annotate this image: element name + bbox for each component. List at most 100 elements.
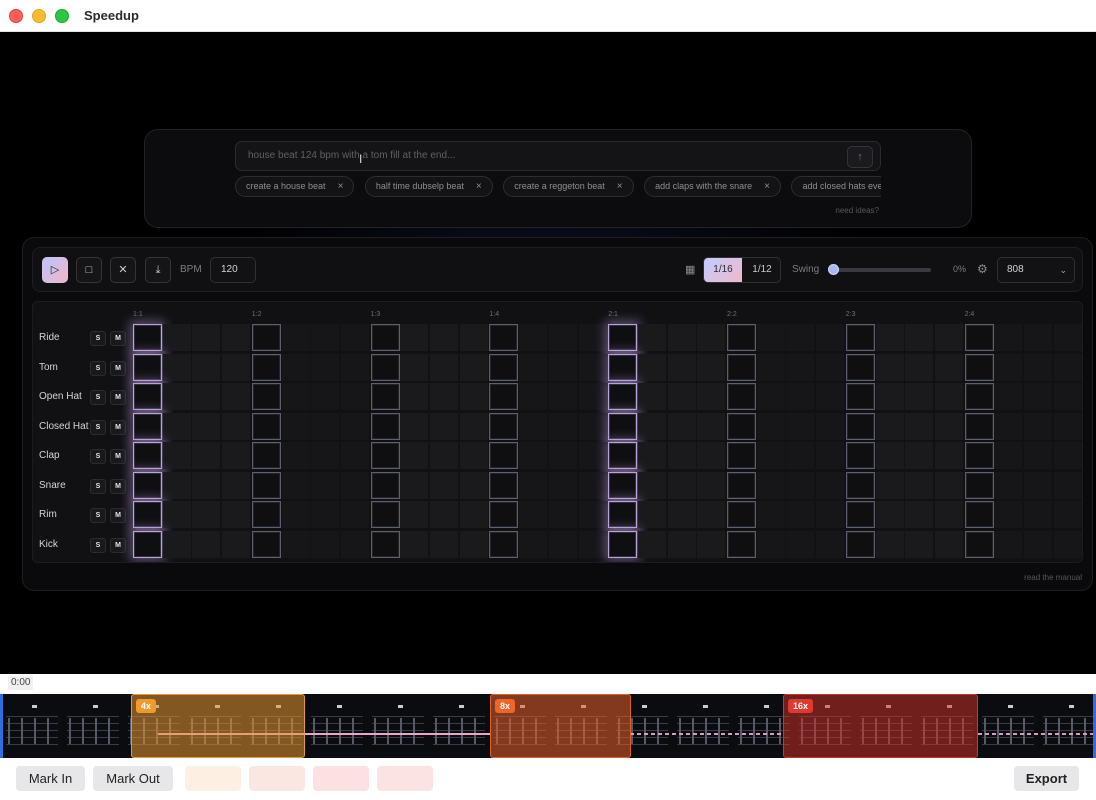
- speed-segment-4x[interactable]: 4x: [131, 694, 305, 758]
- mute-button[interactable]: M: [110, 390, 126, 405]
- step-cell[interactable]: [222, 501, 252, 528]
- step-cell[interactable]: [1024, 412, 1053, 440]
- step-cell[interactable]: [370, 442, 400, 469]
- mute-button[interactable]: M: [110, 331, 126, 346]
- step-cell[interactable]: [697, 501, 727, 528]
- step-cell[interactable]: [964, 412, 994, 440]
- step-cell[interactable]: [489, 412, 519, 440]
- step-cell[interactable]: [994, 530, 1024, 558]
- step-cell[interactable]: [994, 324, 1024, 351]
- step-cell[interactable]: [845, 412, 875, 440]
- step-cell[interactable]: [756, 501, 786, 528]
- step-cell[interactable]: [905, 501, 935, 528]
- step-cell[interactable]: [548, 530, 578, 558]
- step-cell[interactable]: [459, 353, 489, 381]
- step-cell[interactable]: [400, 324, 430, 351]
- resolution-1-16-button[interactable]: 1/16: [704, 258, 742, 282]
- step-cell[interactable]: [905, 530, 935, 558]
- step-cell[interactable]: [608, 383, 638, 410]
- step-cell[interactable]: [400, 501, 430, 528]
- step-cell[interactable]: [459, 442, 489, 469]
- step-cell[interactable]: [519, 412, 549, 440]
- maximize-window-button[interactable]: [55, 9, 69, 23]
- step-cell[interactable]: [608, 471, 638, 499]
- step-cell[interactable]: [934, 324, 964, 351]
- step-cell[interactable]: [222, 353, 252, 381]
- step-cell[interactable]: [430, 353, 459, 381]
- step-cell[interactable]: [845, 324, 875, 351]
- step-cell[interactable]: [133, 471, 162, 499]
- step-cell[interactable]: [222, 383, 252, 410]
- step-cell[interactable]: [192, 501, 222, 528]
- step-cell[interactable]: [459, 471, 489, 499]
- step-cell[interactable]: [637, 471, 667, 499]
- step-cell[interactable]: [1053, 353, 1082, 381]
- step-cell[interactable]: [875, 471, 905, 499]
- step-cell[interactable]: [756, 324, 786, 351]
- speed-preset-swatch[interactable]: [185, 766, 241, 791]
- play-button[interactable]: ▷: [42, 257, 68, 283]
- step-cell[interactable]: [459, 501, 489, 528]
- step-cell[interactable]: [311, 383, 341, 410]
- step-cell[interactable]: [340, 353, 370, 381]
- step-cell[interactable]: [964, 353, 994, 381]
- step-cell[interactable]: [905, 324, 935, 351]
- close-icon[interactable]: ×: [617, 181, 623, 192]
- step-cell[interactable]: [548, 353, 578, 381]
- step-cell[interactable]: [133, 324, 162, 351]
- step-cell[interactable]: [251, 501, 281, 528]
- step-cell[interactable]: [370, 383, 400, 410]
- step-cell[interactable]: [370, 501, 400, 528]
- send-button[interactable]: ↑: [847, 146, 873, 168]
- step-cell[interactable]: [786, 501, 816, 528]
- step-cell[interactable]: [786, 412, 816, 440]
- step-cell[interactable]: [340, 324, 370, 351]
- step-cell[interactable]: [430, 324, 459, 351]
- step-cell[interactable]: [340, 383, 370, 410]
- step-cell[interactable]: [519, 471, 549, 499]
- step-cell[interactable]: [578, 353, 608, 381]
- step-cell[interactable]: [994, 442, 1024, 469]
- step-cell[interactable]: [905, 383, 935, 410]
- suggestion-chip[interactable]: create a reggeton beat ×: [503, 176, 634, 197]
- step-cell[interactable]: [578, 442, 608, 469]
- step-cell[interactable]: [519, 530, 549, 558]
- step-cell[interactable]: [934, 383, 964, 410]
- solo-button[interactable]: S: [90, 537, 106, 553]
- step-cell[interactable]: [845, 530, 875, 558]
- step-cell[interactable]: [1053, 412, 1082, 440]
- step-cell[interactable]: [786, 353, 816, 381]
- step-cell[interactable]: [875, 383, 905, 410]
- step-cell[interactable]: [400, 353, 430, 381]
- solo-button[interactable]: S: [90, 360, 106, 376]
- step-cell[interactable]: [667, 324, 697, 351]
- step-cell[interactable]: [222, 324, 252, 351]
- step-cell[interactable]: [608, 501, 638, 528]
- download-button[interactable]: ⤓: [145, 257, 171, 283]
- speed-preset-swatch[interactable]: [377, 766, 433, 791]
- step-cell[interactable]: [816, 412, 846, 440]
- mute-button[interactable]: M: [110, 449, 126, 464]
- step-cell[interactable]: [786, 442, 816, 469]
- step-cell[interactable]: [756, 442, 786, 469]
- step-cell[interactable]: [667, 530, 697, 558]
- step-cell[interactable]: [637, 412, 667, 440]
- step-cell[interactable]: [222, 471, 252, 499]
- step-cell[interactable]: [281, 501, 311, 528]
- step-cell[interactable]: [816, 353, 846, 381]
- step-cell[interactable]: [1053, 530, 1082, 558]
- step-cell[interactable]: [1024, 383, 1053, 410]
- minimize-window-button[interactable]: [32, 9, 46, 23]
- step-cell[interactable]: [251, 530, 281, 558]
- step-cell[interactable]: [727, 501, 756, 528]
- step-cell[interactable]: [964, 383, 994, 410]
- step-cell[interactable]: [430, 471, 459, 499]
- step-cell[interactable]: [637, 501, 667, 528]
- solo-button[interactable]: S: [90, 419, 106, 435]
- timeline-start-handle[interactable]: [0, 694, 3, 758]
- step-cell[interactable]: [905, 412, 935, 440]
- step-cell[interactable]: [756, 353, 786, 381]
- step-cell[interactable]: [519, 383, 549, 410]
- step-cell[interactable]: [281, 324, 311, 351]
- step-cell[interactable]: [994, 353, 1024, 381]
